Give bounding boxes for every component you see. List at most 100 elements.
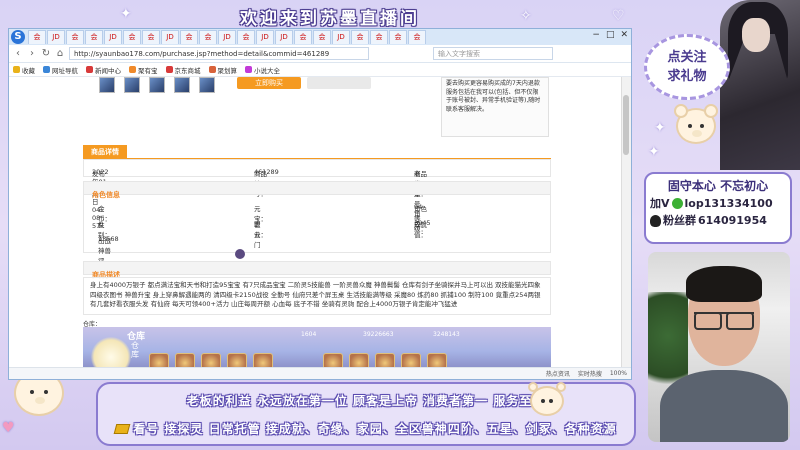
bookmark-item[interactable]: 小说大全 (245, 65, 280, 75)
wechat-id: lop131334100 (684, 197, 773, 210)
sparkle-icon: ✦ (648, 144, 660, 160)
section-detail-tab[interactable]: 商品详情 (83, 145, 127, 159)
gold-bar-icon (113, 423, 131, 434)
status-bar: 热点资讯 实时热搜 100% (9, 367, 631, 379)
tab[interactable]: 会 (370, 30, 388, 44)
star-icon: ✧ (520, 8, 532, 24)
game-stat: 1604 (301, 331, 317, 338)
window-controls: − □ ✕ (592, 30, 628, 40)
refresh-icon[interactable]: ↻ (41, 48, 51, 59)
webcam-feed (648, 252, 790, 442)
role-info-box: 金币： 元宝： 角色等级： 94 性别：女 职业： 青云门 成就值： 3945 出战神… (83, 195, 551, 275)
role-info-header: 角色信息 (83, 181, 551, 199)
bookmark-item[interactable]: 聚划算 (208, 65, 237, 75)
tab[interactable]: JD (275, 30, 293, 44)
thumbnail[interactable] (174, 77, 190, 93)
game-stat: 3248143 (433, 331, 460, 338)
tab[interactable]: JD (47, 30, 65, 44)
tab[interactable]: 会 (408, 30, 426, 44)
item-description: 身上有4000万银子 都点满法宝和天书和打造95宝宝 有7只成品宝宝 二阶灵5技… (83, 277, 551, 315)
bookmark-item[interactable]: 网址导航 (43, 65, 78, 75)
role-level: 94 (414, 203, 423, 211)
page-content: 立即购买 要去购买更容易购买成的7天内退款服务包括在我可以(包括、但不仅限于账号… (9, 77, 623, 369)
tab[interactable]: JD (256, 30, 274, 44)
banner-services: 看号 接探灵 日常托管 接成就、奇缘、家园、全区兽神四阶、五星、剑冢、各种资源 (98, 420, 634, 437)
heart-icon: ♥ (2, 420, 15, 436)
tab[interactable]: 会 (123, 30, 141, 44)
role-achievement: 3945 (414, 219, 431, 227)
status-trending[interactable]: 实时热搜 (578, 369, 602, 378)
pet-icon (235, 249, 245, 259)
wechat-label: 加V (650, 197, 670, 210)
game-screenshot[interactable]: 仓库 仓库 1604 39226663 3248143 (83, 327, 551, 369)
forward-icon[interactable]: › (27, 48, 37, 59)
follow-text: 点关注 (667, 50, 707, 65)
thumbnail[interactable] (149, 77, 165, 93)
thumbnail[interactable] (124, 77, 140, 93)
bookmark-item[interactable]: 聚有宝 (129, 65, 158, 75)
contact-info-box: 固守本心 不忘初心 加V lop131334100 粉丝群 614091954 (644, 172, 792, 244)
tab[interactable]: 会 (142, 30, 160, 44)
game-side-label: 仓库 (131, 341, 139, 359)
tab[interactable]: 会 (180, 30, 198, 44)
qq-id: 614091954 (698, 214, 767, 227)
tab[interactable]: 会 (28, 30, 46, 44)
service-note: 要去购买更容易购买成的7天内退款服务包括在我可以(包括、但不仅限于账号被封、异常… (441, 77, 549, 137)
bookmark-item[interactable]: 新闻中心 (86, 65, 121, 75)
motto-text: 固守本心 不忘初心 (667, 179, 769, 193)
tab[interactable]: 会 (294, 30, 312, 44)
qq-line: 粉丝群 614091954 (650, 212, 786, 229)
role-gender: 女 (98, 221, 105, 229)
home-icon[interactable]: ⌂ (55, 48, 65, 59)
star-icon: ✦ (120, 6, 132, 22)
pet-score: 13568 (98, 235, 119, 243)
role-job: 青云门 (254, 221, 261, 249)
tab[interactable]: 会 (237, 30, 255, 44)
qq-icon (650, 214, 661, 227)
secondary-button[interactable] (307, 77, 371, 89)
tab[interactable]: 会 (389, 30, 407, 44)
bookmark-item[interactable]: 收藏 (13, 65, 35, 75)
tab[interactable]: 会 (313, 30, 331, 44)
status-news[interactable]: 热点资讯 (546, 369, 570, 378)
bear-mascot-icon (674, 104, 718, 144)
bookmark-item[interactable]: 京东商城 (165, 65, 201, 75)
gift-text: 求礼物 (667, 69, 707, 84)
thumbnail[interactable] (99, 77, 115, 93)
tab[interactable]: JD (218, 30, 236, 44)
follow-badge: 点关注 求礼物 (644, 34, 730, 100)
bear-mascot-icon (528, 382, 566, 416)
thumbnail[interactable] (199, 77, 215, 93)
bookmarks-bar: 收藏 网址导航 新闻中心 聚有宝 京东商城 聚划算 小说大全 (9, 63, 631, 77)
close-icon[interactable]: ✕ (620, 30, 628, 40)
tab[interactable]: JD (332, 30, 350, 44)
browser-logo-icon[interactable]: S (11, 30, 25, 44)
image-thumbnails (99, 77, 215, 93)
zoom-level[interactable]: 100% (610, 370, 627, 377)
maximize-icon[interactable]: □ (606, 30, 615, 40)
stream-title: 欢迎来到苏墨直播间 (240, 9, 420, 29)
minimize-icon[interactable]: − (592, 30, 600, 40)
scroll-thumb[interactable] (623, 95, 629, 155)
back-icon[interactable]: ‹ (13, 48, 23, 59)
game-stat: 39226663 (363, 331, 394, 338)
item-number: 461289 (254, 168, 279, 176)
tab[interactable]: 会 (351, 30, 369, 44)
tab[interactable]: 会 (85, 30, 103, 44)
url-input[interactable]: http://syaunbao178.com/purchase.jsp?meth… (69, 47, 369, 60)
tab-bar: S 会 JD 会 会 JD 会 会 JD 会 会 JD 会 JD JD 会 会 … (9, 29, 631, 45)
search-input[interactable]: 输入文字搜索 (433, 47, 553, 60)
buy-button[interactable]: 立即购买 (237, 77, 301, 89)
tab[interactable]: 会 (199, 30, 217, 44)
overlay-right-panel: 点关注 求礼物 ✦ ✦ 固守本心 不忘初心 加V lop131334100 粉丝… (640, 0, 800, 450)
heart-icon: ♡ (612, 8, 625, 24)
banner-services-text: 看号 接探灵 日常托管 接成就、奇缘、家园、全区兽神四阶、五星、剑冢、各种资源 (133, 422, 617, 436)
tab[interactable]: JD (104, 30, 122, 44)
browser-window: S 会 JD 会 会 JD 会 会 JD 会 会 JD 会 JD JD 会 会 … (8, 28, 632, 380)
description-header: 商品描述 (83, 261, 551, 279)
wechat-line: 加V lop131334100 (650, 195, 786, 212)
tab[interactable]: 会 (66, 30, 84, 44)
detail-row: 发布时间：2022年01月17日 04 : 08 : 57 商品编号：46128… (83, 159, 551, 230)
tab[interactable]: JD (161, 30, 179, 44)
page-scrollbar[interactable] (621, 77, 631, 369)
